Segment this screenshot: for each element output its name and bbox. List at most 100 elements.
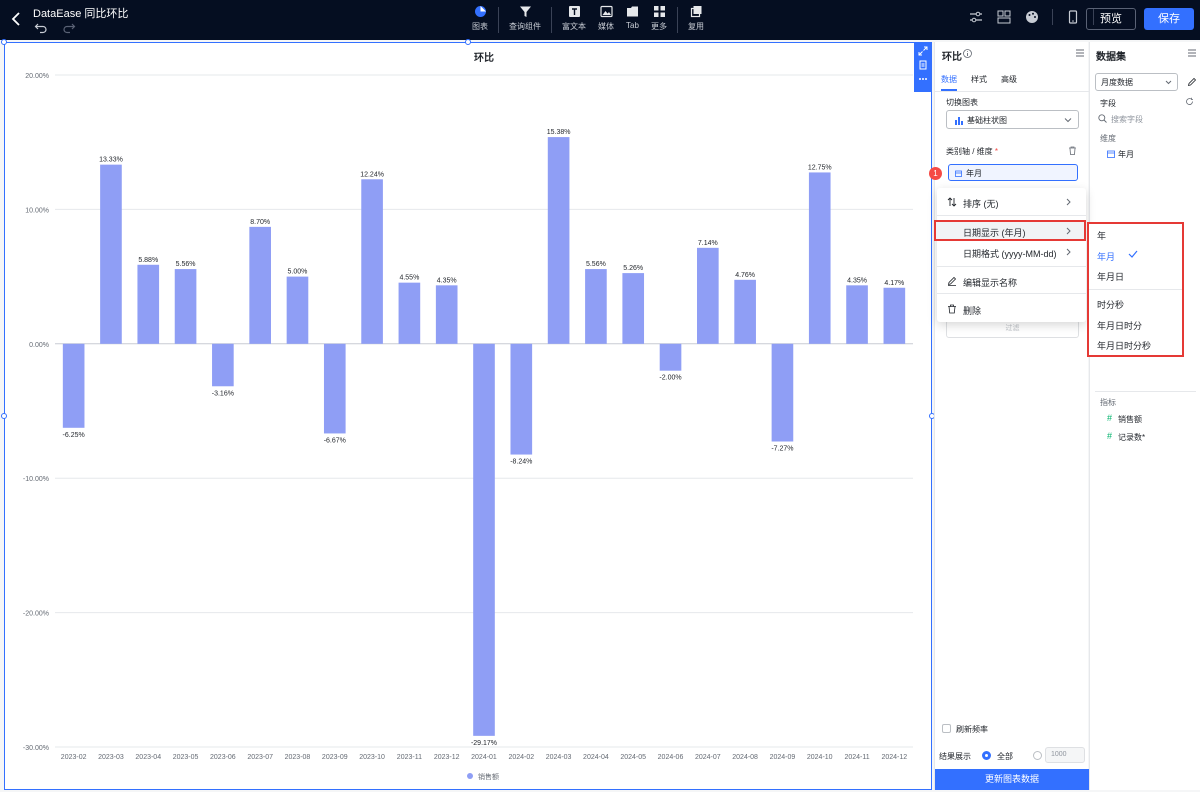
dimension-field-pill[interactable]: 年月: [948, 164, 1078, 181]
x-tick-label: 2023-04: [135, 754, 161, 761]
data-label: 5.88%: [138, 257, 158, 264]
x-tick-label: 2023-12: [434, 754, 460, 761]
data-label: 4.35%: [847, 277, 867, 284]
menu-item-sort[interactable]: 排序 (无): [937, 191, 1086, 213]
menu-item-rename[interactable]: 编辑显示名称: [937, 270, 1086, 292]
y-tick-label: -20.00%: [23, 611, 49, 618]
x-tick-label: 2024-04: [583, 754, 609, 761]
dimension-field-item[interactable]: 年月: [1107, 149, 1134, 160]
undo-icon[interactable]: [34, 20, 48, 34]
result-all-radio[interactable]: [982, 751, 991, 760]
info-icon[interactable]: [963, 49, 972, 58]
submenu-item-ymd[interactable]: 年月日: [1097, 270, 1124, 283]
bar: [883, 287, 906, 344]
menu-item-date-format[interactable]: 日期格式 (yyyy-MM-dd): [937, 241, 1086, 263]
copy-icon: [690, 6, 701, 18]
toolbar-chart-button[interactable]: 图表: [472, 4, 488, 36]
hash-icon: #: [1107, 431, 1113, 441]
bar: [808, 172, 831, 344]
bar-chart: 环比 20.00% 10.00% 0.00% -10.00% -20.00% -30.00%…: [23, 51, 913, 781]
resize-handle-left[interactable]: [1, 413, 7, 419]
menu-item-date-display[interactable]: 日期显示 (年月): [937, 220, 1086, 242]
x-tick-label: 2023-02: [61, 754, 87, 761]
y-tick-label: 10.00%: [25, 207, 49, 214]
sliders-icon[interactable]: [969, 10, 983, 24]
tab-style[interactable]: 样式: [971, 74, 987, 91]
trash-icon: [948, 304, 956, 314]
x-tick-label: 2024-09: [770, 754, 796, 761]
resize-handle-top-left[interactable]: [1, 39, 7, 45]
palette-icon[interactable]: [1025, 10, 1039, 24]
chart-type-value: 基础柱状图: [967, 116, 1007, 125]
fields-label: 字段: [1100, 99, 1116, 108]
menu-item-delete[interactable]: 删除: [937, 298, 1086, 320]
collapse-menu-icon[interactable]: [1187, 48, 1197, 58]
bar: [547, 137, 570, 344]
edit-icon[interactable]: [1187, 77, 1197, 87]
toolbar-richtext-button[interactable]: 富文本: [562, 4, 586, 36]
bar: [286, 276, 309, 344]
field-context-menu: 排序 (无) 日期显示 (年月) 日期格式 (yyyy-MM-dd) 编辑显示名…: [934, 188, 1086, 322]
trash-icon[interactable]: [1068, 146, 1077, 155]
toolbar-tab-button[interactable]: Tab: [626, 4, 639, 36]
component-side-toolbar: [914, 42, 932, 92]
expand-icon[interactable]: [918, 46, 928, 56]
chart-canvas[interactable]: 环比 20.00% 10.00% 0.00% -10.00% -20.00% -30.00%…: [4, 42, 932, 790]
bar-chart-icon: [955, 117, 963, 125]
dashboard-title[interactable]: DataEase 同比环比: [33, 5, 128, 21]
data-label: 4.55%: [399, 275, 419, 282]
refresh-label: 刷新频率: [956, 725, 988, 734]
bar: [249, 226, 271, 344]
x-tick-label: 2024-06: [658, 754, 684, 761]
mobile-icon[interactable]: [1066, 10, 1080, 24]
result-count-radio[interactable]: [1033, 751, 1042, 760]
submenu-item-year-month[interactable]: 年月: [1097, 250, 1115, 263]
edit-icon: [947, 276, 957, 286]
submenu-item-hms[interactable]: 时分秒: [1097, 298, 1124, 311]
more-dots-icon[interactable]: [918, 74, 928, 84]
toolbar-richtext-label: 富文本: [562, 22, 586, 31]
x-tick-label: 2024-02: [508, 754, 534, 761]
result-display-label: 结果展示: [939, 752, 971, 761]
layout-icon[interactable]: [997, 10, 1011, 24]
bar: [323, 343, 346, 434]
refresh-icon[interactable]: [1185, 97, 1194, 106]
preview-button[interactable]: 预览: [1086, 8, 1136, 30]
tab-advanced[interactable]: 高级: [1001, 74, 1017, 91]
result-count-input[interactable]: 1000: [1045, 747, 1085, 763]
toolbar-media-label: 媒体: [598, 22, 614, 31]
dataset-select[interactable]: 月度数据: [1095, 73, 1178, 91]
update-chart-data-button[interactable]: 更新图表数据: [935, 769, 1089, 790]
toolbar-more-button[interactable]: 更多: [651, 4, 667, 36]
collapse-menu-icon[interactable]: [1075, 48, 1085, 58]
toolbar-media-button[interactable]: 媒体: [598, 4, 614, 36]
measure-field-item[interactable]: # 记录数*: [1107, 431, 1145, 443]
submenu-item-ymdhms[interactable]: 年月日时分秒: [1097, 339, 1151, 352]
legend-marker: [467, 773, 473, 779]
toolbar-query-button[interactable]: 查询组件: [509, 4, 541, 36]
text-icon: [568, 6, 580, 17]
filter-button[interactable]: 过滤: [946, 320, 1079, 338]
document-icon[interactable]: [918, 60, 928, 70]
data-label: 8.70%: [250, 219, 270, 226]
back-arrow-icon[interactable]: [8, 10, 26, 28]
data-label: -29.17%: [471, 740, 497, 747]
refresh-checkbox[interactable]: [942, 724, 951, 733]
tab-data[interactable]: 数据: [941, 74, 957, 91]
save-button[interactable]: 保存: [1144, 8, 1194, 30]
submenu-item-year[interactable]: 年: [1097, 229, 1106, 242]
bar: [62, 343, 85, 428]
bar: [435, 285, 458, 344]
chart-title: 环比: [474, 51, 494, 64]
field-search-input[interactable]: 搜索字段: [1098, 114, 1143, 125]
chart-type-select[interactable]: 基础柱状图: [946, 110, 1079, 129]
data-label: 5.26%: [623, 265, 643, 272]
pie-chart-icon: [474, 6, 486, 17]
data-label: -6.67%: [324, 437, 346, 444]
redo-icon[interactable]: [62, 20, 76, 34]
measure-field-item[interactable]: # 销售额: [1107, 413, 1142, 425]
submenu-item-ymdhm[interactable]: 年月日时分: [1097, 319, 1142, 332]
toolbar-reuse-button[interactable]: 复用: [688, 4, 704, 36]
resize-handle-top[interactable]: [465, 39, 471, 45]
bar: [659, 343, 682, 371]
